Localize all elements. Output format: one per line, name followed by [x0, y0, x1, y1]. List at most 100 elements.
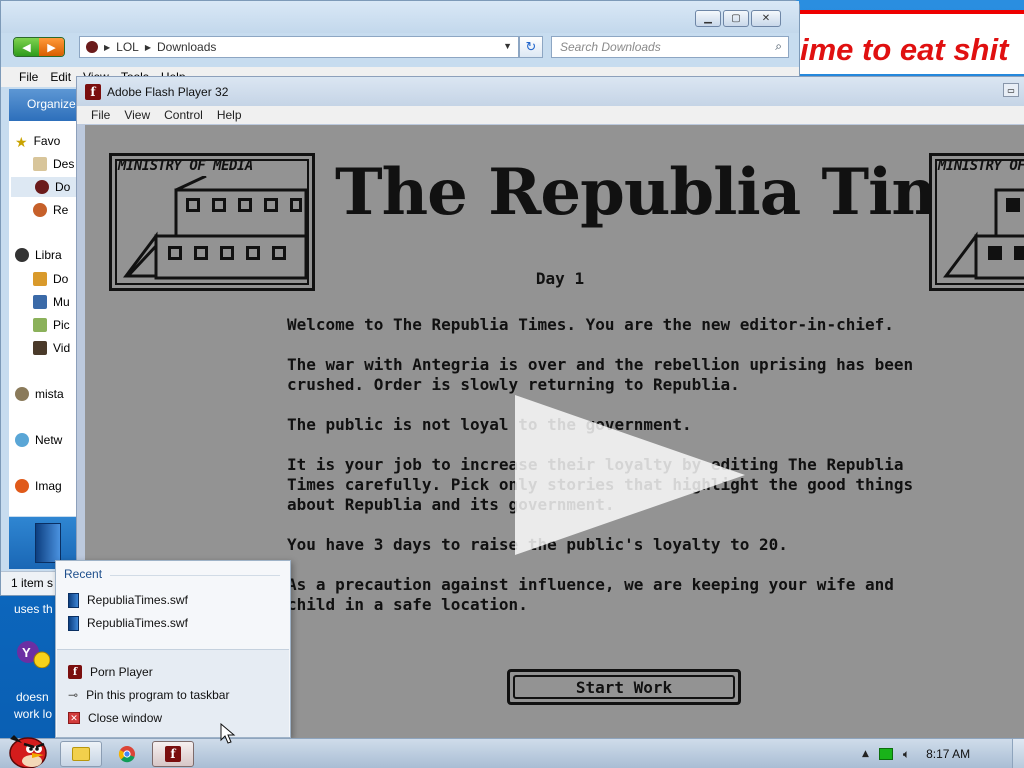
back-arrow-icon[interactable]: ◀	[14, 38, 39, 56]
navigation-pane: ★ Favo Des Do Re Libra Do Mu Pic Vid mis…	[9, 121, 79, 516]
taskbar-chrome-button[interactable]	[106, 741, 148, 767]
desktop-text-snippet: uses th	[14, 602, 53, 616]
pin-icon: ⊸	[68, 688, 79, 702]
day-label: Day 1	[535, 269, 585, 288]
flash-player-icon: f	[85, 83, 101, 100]
menu-file[interactable]: File	[91, 108, 110, 122]
recent-places-icon	[33, 203, 47, 217]
recent-header: Recent	[64, 567, 103, 581]
flash-player-icon: f	[68, 665, 82, 679]
menu-help[interactable]: Help	[217, 108, 242, 122]
nav-item-label: Des	[53, 157, 75, 171]
recent-item[interactable]: RepubliaTimes.swf	[64, 612, 284, 634]
mouse-cursor-icon	[220, 723, 236, 744]
ministry-building-icon	[943, 188, 1024, 280]
nav-item-label: Vid	[53, 341, 71, 355]
story-paragraph: Welcome to The Republia Times. You are t…	[287, 315, 894, 334]
close-button[interactable]: ✕	[751, 10, 781, 27]
show-hidden-icons-icon[interactable]: ▲	[862, 749, 869, 759]
pin-to-taskbar-item[interactable]: ⊸ Pin this program to taskbar	[64, 684, 284, 706]
nav-item-user[interactable]: mista	[15, 384, 64, 404]
jump-list-tasks: f Porn Player ⊸ Pin this program to task…	[57, 649, 289, 737]
angry-bird-start-icon	[9, 735, 47, 768]
search-input[interactable]: Search Downloads ⌕	[551, 36, 789, 58]
nav-item-documents[interactable]: Do	[33, 269, 68, 289]
minimize-button[interactable]: ▁	[695, 10, 721, 27]
downloads-folder-icon	[35, 180, 49, 194]
pictures-icon	[33, 318, 47, 332]
chrome-icon	[118, 746, 135, 763]
nav-item-label: Imag	[35, 479, 62, 493]
refresh-icon[interactable]: ↻	[519, 36, 543, 58]
nav-item-label: Netw	[35, 433, 63, 447]
menu-view[interactable]: View	[124, 108, 150, 122]
address-row: ◀ ▶ ▶ LOL ▶ Downloads ▼ ↻ Search Downloa…	[1, 33, 799, 63]
breadcrumb-separator-icon[interactable]: ▶	[104, 43, 110, 52]
nav-item-label: Favo	[33, 134, 61, 148]
show-desktop-button[interactable]	[1012, 739, 1024, 768]
recent-item-label: RepubliaTimes.swf	[87, 593, 188, 607]
menu-edit[interactable]: Edit	[50, 70, 71, 84]
close-window-item[interactable]: ✕ Close window	[64, 707, 284, 729]
start-button[interactable]	[4, 731, 50, 768]
nav-item-label: Pic	[53, 318, 70, 332]
recent-item[interactable]: RepubliaTimes.swf	[64, 589, 284, 611]
nav-item-label: Do	[55, 180, 71, 194]
nav-item-libraries[interactable]: Libra	[15, 245, 62, 265]
desktop-text-snippet: work lo	[14, 707, 53, 721]
menu-control[interactable]: Control	[164, 108, 203, 122]
breadcrumb-segment[interactable]: Downloads	[157, 40, 216, 54]
close-window-icon: ✕	[68, 712, 80, 724]
newspaper-masthead: The Republia Times	[335, 155, 1024, 230]
volume-icon[interactable]: 🔈︎	[903, 747, 910, 762]
nav-item-label: mista	[35, 387, 64, 401]
start-work-button[interactable]: Start Work	[507, 669, 741, 705]
address-bar[interactable]: ▶ LOL ▶ Downloads ▼	[79, 36, 519, 58]
network-status-icon[interactable]	[878, 748, 893, 760]
window-title: Adobe Flash Player 32	[107, 84, 229, 99]
ministry-label: MINISTRY OF MEDIA	[938, 158, 1024, 174]
nav-item-pictures[interactable]: Pic	[33, 315, 70, 335]
breadcrumb-separator-icon[interactable]: ▶	[145, 43, 151, 52]
nav-item-downloads[interactable]: Do	[11, 177, 78, 197]
star-icon: ★	[15, 134, 28, 150]
nav-item-network[interactable]: Netw	[15, 430, 62, 450]
nav-item-videos[interactable]: Vid	[33, 338, 70, 358]
taskbar-explorer-button[interactable]	[60, 741, 102, 767]
open-program-item[interactable]: f Porn Player	[64, 661, 284, 683]
nav-item-recent[interactable]: Re	[33, 200, 68, 220]
libraries-icon	[15, 248, 29, 262]
breadcrumb-segment[interactable]: LOL	[116, 40, 139, 54]
nav-item-desktop[interactable]: Des	[33, 154, 74, 174]
flash-titlebar[interactable]: f Adobe Flash Player 32 ▭	[77, 77, 1024, 106]
status-text: 1 item s	[11, 576, 54, 590]
taskbar: f ▲ 🔈︎ 8:17 AM	[0, 735, 1024, 768]
nav-item-label: Re	[53, 203, 69, 217]
taskbar-clock[interactable]: 8:17 AM	[926, 747, 970, 761]
nav-item-favorites[interactable]: ★ Favo	[15, 131, 60, 151]
swf-file-icon	[68, 615, 79, 631]
network-icon	[15, 433, 29, 447]
search-icon[interactable]: ⌕	[775, 39, 782, 54]
folder-icon	[72, 747, 90, 761]
task-label: Porn Player	[90, 665, 153, 679]
menu-file[interactable]: File	[19, 70, 38, 84]
story-paragraph: As a precaution against influence, we ar…	[287, 575, 894, 614]
restore-button[interactable]: ▭	[1003, 83, 1019, 97]
yahoo-messenger-icon[interactable]: Y	[16, 640, 51, 669]
nav-item-image-app[interactable]: Imag	[15, 476, 62, 496]
play-overlay-icon[interactable]	[515, 395, 745, 555]
music-icon	[33, 295, 47, 309]
address-dropdown-icon[interactable]: ▼	[503, 41, 512, 51]
start-work-label: Start Work	[513, 675, 735, 699]
nav-item-music[interactable]: Mu	[33, 292, 70, 312]
swf-file-icon	[35, 523, 61, 563]
flash-menu-bar: File View Control Help	[77, 106, 1024, 124]
organize-button[interactable]: Organize	[27, 97, 76, 111]
explorer-titlebar[interactable]: ▁ ▢ ✕	[1, 1, 799, 33]
ministry-building-icon	[123, 176, 308, 280]
forward-arrow-icon[interactable]: ▶	[39, 38, 64, 56]
user-icon	[15, 387, 29, 401]
maximize-button[interactable]: ▢	[723, 10, 749, 27]
taskbar-flash-button[interactable]: f	[152, 741, 194, 767]
